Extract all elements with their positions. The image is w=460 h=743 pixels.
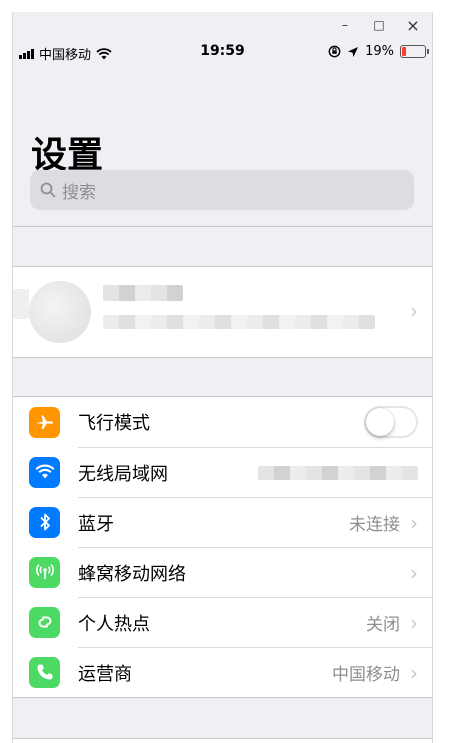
blurred-edge [13,289,29,319]
settings-row-airplane[interactable]: 飞行模式 [13,397,432,447]
battery-percent: 19% [365,44,394,59]
settings-row-label: 飞行模式 [78,413,150,434]
status-bar: 中国移动 19:59 19% [13,42,432,64]
chevron-right-icon: › [410,560,418,585]
next-section-edge [13,738,432,743]
apple-id-profile-row[interactable]: › [13,266,432,358]
search-bar[interactable]: 搜索 [30,170,414,210]
header-separator [13,226,432,227]
settings-row-cellular[interactable]: 蜂窝移动网络 › [13,547,432,597]
blurred-account-info [103,315,375,329]
chevron-right-icon: › [410,660,418,685]
wifi-icon [29,456,60,488]
carrier-phone-icon [29,656,60,688]
blurred-name [103,285,183,301]
maximize-button[interactable]: □ [366,14,392,36]
settings-row-label: 无线局域网 [78,463,168,485]
settings-row-label: 蓝牙 [78,513,114,535]
airplane-mode-toggle[interactable] [364,406,418,438]
airplane-icon [29,406,60,438]
settings-row-bluetooth[interactable]: 蓝牙 未连接 › [13,497,432,547]
window-controls: – □ × [13,12,432,38]
settings-row-label: 运营商 [78,663,132,685]
chevron-right-icon: › [410,510,418,535]
search-icon [40,182,56,198]
settings-row-carrier-phone[interactable]: 运营商 中国移动 › [13,647,432,697]
minimize-button[interactable]: – [332,14,358,36]
phone-window: – □ × 中国移动 19:59 19% 设置 搜索 › 飞行模式 无线局域网 … [12,12,433,743]
settings-row-label: 蜂窝移动网络 [78,563,186,585]
settings-row-label: 个人热点 [78,613,150,635]
settings-row-value: 关闭 [366,615,400,635]
blurred-network-name [258,465,418,480]
close-button[interactable]: × [400,14,426,36]
settings-row-value: 未连接 [349,515,400,535]
settings-row-hotspot[interactable]: 个人热点 关闭 › [13,597,432,647]
rotation-lock-icon [328,45,341,58]
battery-icon [400,45,429,58]
settings-row-wifi[interactable]: 无线局域网 [13,447,432,497]
avatar [29,281,91,343]
chevron-right-icon: › [410,299,418,323]
hotspot-icon [29,606,60,638]
settings-row-value: 中国移动 [332,665,400,685]
bluetooth-icon [29,506,60,538]
toggle-knob [366,408,394,436]
search-placeholder: 搜索 [62,182,96,203]
location-arrow-icon [348,46,359,57]
cellular-icon [29,556,60,588]
chevron-right-icon: › [410,610,418,635]
settings-list: 飞行模式无线局域网蓝牙 未连接 › 蜂窝移动网络 › 个人热点 关闭 › 运营商 中国移动 › [13,396,432,698]
